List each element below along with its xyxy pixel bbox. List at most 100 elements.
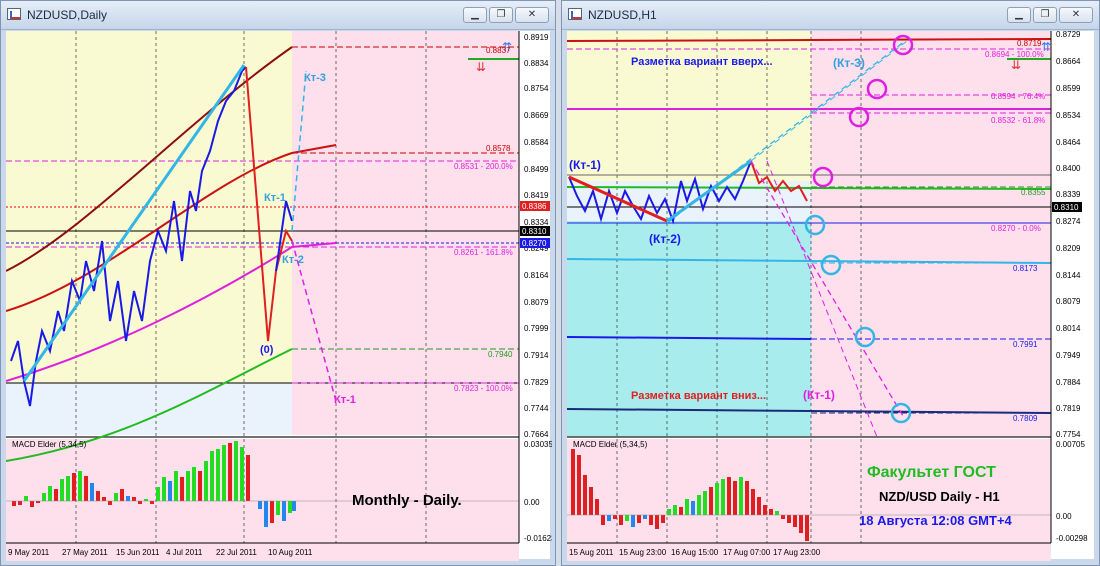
h1-title-bar[interactable]: NZDUSD,H1 ▁ ❐ ✕ (562, 1, 1099, 30)
svg-text:0.7884: 0.7884 (1056, 378, 1081, 387)
svg-text:0.8400: 0.8400 (1056, 164, 1081, 173)
faculty-caption: Факультет ГОСТ (867, 464, 996, 481)
kt2-label: Кт-2 (282, 254, 304, 266)
svg-text:15 Jun 2011: 15 Jun 2011 (116, 548, 160, 557)
level-8719: 0.8719 (1017, 39, 1042, 48)
svg-text:27 May 2011: 27 May 2011 (62, 548, 108, 557)
svg-text:0.8834: 0.8834 (524, 59, 549, 68)
level-8837: 0.8837 (486, 46, 511, 55)
svg-text:0.8079: 0.8079 (524, 298, 549, 307)
level-8694: 0.8694 - 100.0% (985, 50, 1044, 59)
svg-text:0.7744: 0.7744 (524, 404, 549, 413)
svg-text:0.8919: 0.8919 (524, 33, 549, 42)
svg-text:0.7664: 0.7664 (524, 430, 549, 439)
chart-window-icon (568, 8, 582, 20)
svg-text:⇊: ⇊ (1011, 58, 1021, 72)
svg-text:0.00: 0.00 (524, 498, 540, 507)
restore-button[interactable]: ❐ (1033, 7, 1057, 23)
svg-text:0.8274: 0.8274 (1056, 217, 1081, 226)
caption-monthly-daily: Monthly - Daily. (352, 492, 462, 509)
zero-label: (0) (260, 344, 274, 356)
close-button[interactable]: ✕ (515, 7, 549, 23)
level-8594: 0.8594 - 76.4% (991, 92, 1045, 101)
kt1-label: (Кт-1) (569, 158, 601, 172)
svg-text:0.8339: 0.8339 (1056, 190, 1081, 199)
kt1-label: Кт-1 (264, 192, 286, 204)
svg-text:0.8209: 0.8209 (1056, 244, 1081, 253)
level-8532: 0.8532 - 61.8% (991, 116, 1045, 125)
svg-text:0.7949: 0.7949 (1056, 351, 1081, 360)
restore-button[interactable]: ❐ (489, 7, 513, 23)
svg-text:4 Jul 2011: 4 Jul 2011 (166, 548, 203, 557)
date-caption: 18 Августа 12:08 GMT+4 (859, 513, 1013, 528)
svg-text:0.7754: 0.7754 (1056, 430, 1081, 439)
svg-text:22 Jul 2011: 22 Jul 2011 (216, 548, 257, 557)
svg-text:17 Aug 07:00: 17 Aug 07:00 (723, 548, 771, 557)
svg-text:10 Aug 2011: 10 Aug 2011 (268, 548, 313, 557)
svg-text:0.8499: 0.8499 (524, 165, 549, 174)
h1-date-axis: 15 Aug 2011 15 Aug 23:00 16 Aug 15:00 17… (569, 548, 821, 557)
price-tag-red: 0.8386 (522, 202, 547, 211)
price-tag-blue: 0.8270 (522, 239, 547, 248)
level-7823: 0.7823 - 100.0% (454, 384, 513, 393)
svg-text:0.00705: 0.00705 (1056, 440, 1085, 449)
macd-axis: 0.00705 0.00 -0.00298 (1056, 440, 1088, 543)
svg-text:0.8464: 0.8464 (1056, 138, 1081, 147)
svg-text:0.8664: 0.8664 (1056, 57, 1081, 66)
macd-axis: 0.03035 0.00 -0.01623 (524, 440, 556, 543)
level-8355: 0.8355 (1021, 188, 1046, 197)
svg-text:0.7829: 0.7829 (524, 378, 549, 387)
svg-text:⇊: ⇊ (476, 60, 486, 74)
svg-text:0.8754: 0.8754 (524, 84, 549, 93)
h1-chart-svg: ⇈ ⇊ Разметка вариант вверх... Разметка в… (566, 30, 1088, 561)
svg-text:15 Aug 23:00: 15 Aug 23:00 (619, 548, 667, 557)
up-variant-label: Разметка вариант вверх... (631, 56, 773, 68)
svg-text:0.7914: 0.7914 (524, 351, 549, 360)
minimize-button[interactable]: ▁ (463, 7, 487, 23)
chart-window-icon (7, 8, 21, 20)
svg-text:-0.00298: -0.00298 (1056, 534, 1088, 543)
svg-text:0.03035: 0.03035 (524, 440, 552, 449)
kt3-label: Кт-3 (304, 72, 326, 84)
svg-text:-0.01623: -0.01623 (524, 534, 552, 543)
svg-text:15 Aug 2011: 15 Aug 2011 (569, 548, 614, 557)
macd-label: MACD Elder (5,34,5) (573, 440, 648, 449)
svg-text:16 Aug 15:00: 16 Aug 15:00 (671, 548, 719, 557)
daily-window-title: NZDUSD,Daily (27, 8, 108, 22)
level-8261: 0.8261 - 161.8% (454, 248, 513, 257)
h1-chart-area[interactable]: ⇈ ⇊ Разметка вариант вверх... Разметка в… (566, 30, 1094, 561)
svg-text:0.8584: 0.8584 (524, 138, 549, 147)
svg-text:0.8334: 0.8334 (524, 218, 549, 227)
price-tag-black: 0.8310 (1054, 203, 1079, 212)
kt3-label: (Кт-3) (833, 56, 865, 70)
svg-text:17 Aug 23:00: 17 Aug 23:00 (773, 548, 821, 557)
level-8578: 0.8578 (486, 144, 511, 153)
bull-zone-yellow (6, 31, 292, 383)
daily-chart-area[interactable]: ⇈ ⇊ Кт-3 Кт-1 Кт-2 (0) Кт-1 0.8837 0.857… (5, 31, 556, 561)
svg-text:0.8144: 0.8144 (1056, 271, 1081, 280)
close-button[interactable]: ✕ (1059, 7, 1093, 23)
macd-label: MACD Elder (5,34,5) (12, 440, 87, 449)
svg-text:0.7819: 0.7819 (1056, 404, 1081, 413)
svg-text:0.8164: 0.8164 (524, 271, 549, 280)
svg-text:0.7999: 0.7999 (524, 324, 549, 333)
down-variant-label: Разметка вариант вниз... (631, 390, 766, 402)
level-7991: 0.7991 (1013, 340, 1038, 349)
h1-window-title: NZDUSD,H1 (588, 8, 657, 22)
svg-text:0.00: 0.00 (1056, 512, 1072, 521)
price-tag-black: 0.8310 (522, 227, 547, 236)
kt2-label: (Кт-2) (649, 232, 681, 246)
up-zone-yellow (567, 31, 811, 181)
h1-price-axis: 0.8729 0.8664 0.8599 0.8534 0.8464 0.840… (1056, 30, 1081, 439)
level-8173: 0.8173 (1013, 264, 1038, 273)
minimize-button[interactable]: ▁ (1007, 7, 1031, 23)
h1-chart-window[interactable]: NZDUSD,H1 ▁ ❐ ✕ ⇈ ⇊ Разметка вариант вве… (561, 0, 1100, 566)
svg-text:9 May 2011: 9 May 2011 (8, 548, 50, 557)
svg-text:0.8014: 0.8014 (1056, 324, 1081, 333)
svg-text:0.8419: 0.8419 (524, 191, 549, 200)
down-zone-cyan (567, 221, 811, 437)
projection-zone-pink (292, 31, 519, 435)
daily-title-bar[interactable]: NZDUSD,Daily ▁ ❐ ✕ (1, 1, 555, 30)
daily-chart-window[interactable]: NZDUSD,Daily ▁ ❐ ✕ ⇈ ⇊ Кт-3 Кт-1 Кт-2 (0… (0, 0, 556, 566)
lower-zone-blue (6, 383, 292, 435)
